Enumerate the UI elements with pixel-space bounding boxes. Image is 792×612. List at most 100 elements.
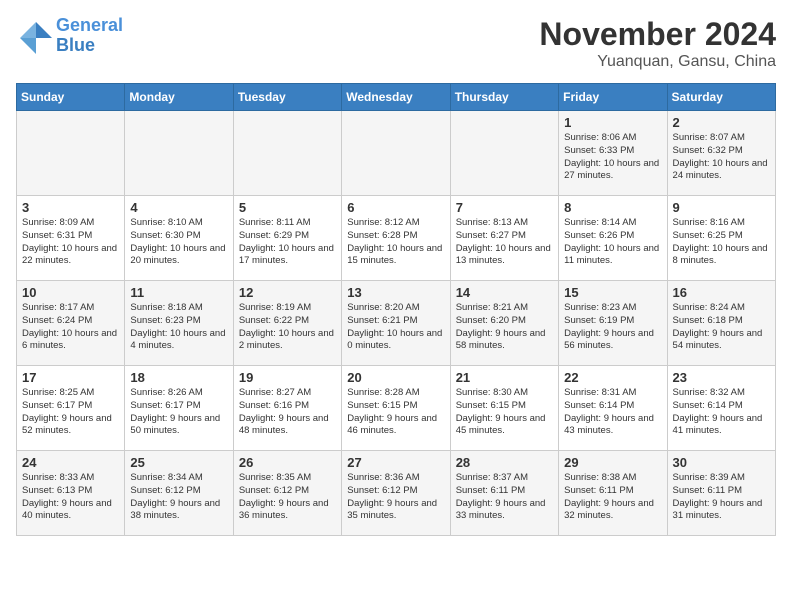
day-info: Sunrise: 8:10 AM Sunset: 6:30 PM Dayligh… [130,217,227,268]
day-number: 4 [130,200,227,215]
calendar-cell: 30 Sunrise: 8:39 AM Sunset: 6:11 PM Dayli… [667,451,775,536]
day-number: 12 [239,285,336,300]
day-number: 27 [347,455,444,470]
header-day-tuesday: Tuesday [233,84,341,111]
header-row: SundayMondayTuesdayWednesdayThursdayFrid… [17,84,776,111]
calendar-cell: 13Sunrise: 8:20 AM Sunset: 6:21 PM Dayli… [342,281,450,366]
day-number: 17 [22,370,119,385]
logo-icon [16,18,52,54]
day-number: 7 [456,200,553,215]
day-number: 5 [239,200,336,215]
day-info: Sunrise: 8:39 AM Sunset: 6:11 PM Dayligh… [673,472,770,523]
day-info: Sunrise: 8:27 AM Sunset: 6:16 PM Dayligh… [239,387,336,438]
day-info: Sunrise: 8:21 AM Sunset: 6:20 PM Dayligh… [456,302,553,353]
day-number: 14 [456,285,553,300]
day-number: 3 [22,200,119,215]
location-title: Yuanquan, Gansu, China [539,53,776,71]
day-number: 22 [564,370,661,385]
calendar-cell: 12 Sunrise: 8:19 AM Sunset: 6:22 PM Dayli… [233,281,341,366]
calendar-cell: 8Sunrise: 8:14 AM Sunset: 6:26 PM Daylig… [559,196,667,281]
calendar-cell: 22Sunrise: 8:31 AM Sunset: 6:14 PM Dayli… [559,366,667,451]
calendar-cell: 5 Sunrise: 8:11 AM Sunset: 6:29 PM Daylig… [233,196,341,281]
day-info: Sunrise: 8:14 AM Sunset: 6:26 PM Dayligh… [564,217,661,268]
header-day-wednesday: Wednesday [342,84,450,111]
day-number: 30 [673,455,770,470]
week-row: 10 Sunrise: 8:17 AM Sunset: 6:24 PM Dayli… [17,281,776,366]
calendar-cell: 20 Sunrise: 8:28 AM Sunset: 6:15 PM Dayli… [342,366,450,451]
header: General Blue November 2024 Yuanquan, Gan… [16,16,776,71]
calendar-cell: 4 Sunrise: 8:10 AM Sunset: 6:30 PM Daylig… [125,196,233,281]
week-row: 24Sunrise: 8:33 AM Sunset: 6:13 PM Dayli… [17,451,776,536]
calendar-cell: 23 Sunrise: 8:32 AM Sunset: 6:14 PM Dayli… [667,366,775,451]
day-info: Sunrise: 8:20 AM Sunset: 6:21 PM Dayligh… [347,302,444,353]
calendar-cell: 6Sunrise: 8:12 AM Sunset: 6:28 PM Daylig… [342,196,450,281]
day-number: 6 [347,200,444,215]
day-info: Sunrise: 8:06 AM Sunset: 6:33 PM Dayligh… [564,132,661,183]
calendar-cell [17,111,125,196]
day-info: Sunrise: 8:32 AM Sunset: 6:14 PM Dayligh… [673,387,770,438]
day-number: 20 [347,370,444,385]
day-info: Sunrise: 8:30 AM Sunset: 6:15 PM Dayligh… [456,387,553,438]
week-row: 3 Sunrise: 8:09 AM Sunset: 6:31 PM Daylig… [17,196,776,281]
calendar-cell: 18 Sunrise: 8:26 AM Sunset: 6:17 PM Dayli… [125,366,233,451]
day-info: Sunrise: 8:19 AM Sunset: 6:22 PM Dayligh… [239,302,336,353]
header-day-saturday: Saturday [667,84,775,111]
day-info: Sunrise: 8:07 AM Sunset: 6:32 PM Dayligh… [673,132,770,183]
calendar-table: SundayMondayTuesdayWednesdayThursdayFrid… [16,83,776,536]
logo-line1: General [56,15,123,35]
header-day-friday: Friday [559,84,667,111]
day-number: 28 [456,455,553,470]
day-info: Sunrise: 8:25 AM Sunset: 6:17 PM Dayligh… [22,387,119,438]
day-number: 1 [564,115,661,130]
calendar-cell [233,111,341,196]
day-number: 23 [673,370,770,385]
calendar-cell: 21 Sunrise: 8:30 AM Sunset: 6:15 PM Dayli… [450,366,558,451]
calendar-cell: 24Sunrise: 8:33 AM Sunset: 6:13 PM Dayli… [17,451,125,536]
calendar-cell: 11Sunrise: 8:18 AM Sunset: 6:23 PM Dayli… [125,281,233,366]
day-info: Sunrise: 8:23 AM Sunset: 6:19 PM Dayligh… [564,302,661,353]
day-number: 11 [130,285,227,300]
logo: General Blue [16,16,123,56]
calendar-cell: 25Sunrise: 8:34 AM Sunset: 6:12 PM Dayli… [125,451,233,536]
day-info: Sunrise: 8:35 AM Sunset: 6:12 PM Dayligh… [239,472,336,523]
calendar-cell [125,111,233,196]
calendar-cell: 26 Sunrise: 8:35 AM Sunset: 6:12 PM Dayli… [233,451,341,536]
day-number: 26 [239,455,336,470]
day-info: Sunrise: 8:26 AM Sunset: 6:17 PM Dayligh… [130,387,227,438]
day-info: Sunrise: 8:17 AM Sunset: 6:24 PM Dayligh… [22,302,119,353]
calendar-cell: 16 Sunrise: 8:24 AM Sunset: 6:18 PM Dayli… [667,281,775,366]
day-info: Sunrise: 8:34 AM Sunset: 6:12 PM Dayligh… [130,472,227,523]
calendar-cell: 14 Sunrise: 8:21 AM Sunset: 6:20 PM Dayli… [450,281,558,366]
day-info: Sunrise: 8:24 AM Sunset: 6:18 PM Dayligh… [673,302,770,353]
day-info: Sunrise: 8:09 AM Sunset: 6:31 PM Dayligh… [22,217,119,268]
day-info: Sunrise: 8:28 AM Sunset: 6:15 PM Dayligh… [347,387,444,438]
day-info: Sunrise: 8:13 AM Sunset: 6:27 PM Dayligh… [456,217,553,268]
day-info: Sunrise: 8:36 AM Sunset: 6:12 PM Dayligh… [347,472,444,523]
day-number: 24 [22,455,119,470]
calendar-cell: 29Sunrise: 8:38 AM Sunset: 6:11 PM Dayli… [559,451,667,536]
day-number: 29 [564,455,661,470]
calendar-cell: 28 Sunrise: 8:37 AM Sunset: 6:11 PM Dayli… [450,451,558,536]
calendar-cell [450,111,558,196]
day-number: 19 [239,370,336,385]
calendar-cell: 2 Sunrise: 8:07 AM Sunset: 6:32 PM Daylig… [667,111,775,196]
calendar-header: SundayMondayTuesdayWednesdayThursdayFrid… [17,84,776,111]
logo-line2: Blue [56,35,95,55]
calendar-cell: 10 Sunrise: 8:17 AM Sunset: 6:24 PM Dayli… [17,281,125,366]
day-info: Sunrise: 8:16 AM Sunset: 6:25 PM Dayligh… [673,217,770,268]
week-row: 17 Sunrise: 8:25 AM Sunset: 6:17 PM Dayli… [17,366,776,451]
day-number: 10 [22,285,119,300]
logo-text: General Blue [56,16,123,56]
day-number: 21 [456,370,553,385]
day-number: 18 [130,370,227,385]
month-title: November 2024 [539,16,776,53]
day-info: Sunrise: 8:37 AM Sunset: 6:11 PM Dayligh… [456,472,553,523]
calendar-cell: 15Sunrise: 8:23 AM Sunset: 6:19 PM Dayli… [559,281,667,366]
calendar-cell: 1 Sunrise: 8:06 AM Sunset: 6:33 PM Daylig… [559,111,667,196]
week-row: 1 Sunrise: 8:06 AM Sunset: 6:33 PM Daylig… [17,111,776,196]
day-number: 16 [673,285,770,300]
calendar-cell: 17 Sunrise: 8:25 AM Sunset: 6:17 PM Dayli… [17,366,125,451]
calendar-cell: 27 Sunrise: 8:36 AM Sunset: 6:12 PM Dayli… [342,451,450,536]
day-info: Sunrise: 8:11 AM Sunset: 6:29 PM Dayligh… [239,217,336,268]
day-number: 2 [673,115,770,130]
